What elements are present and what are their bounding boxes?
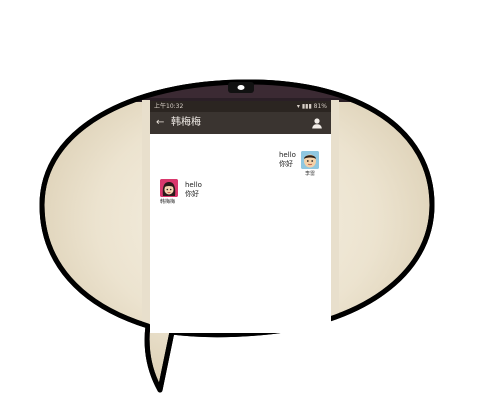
person-icon[interactable] bbox=[311, 117, 323, 129]
message-line: hello bbox=[279, 151, 296, 159]
avatar-hanmeimei[interactable] bbox=[160, 179, 178, 197]
phone-screen: 上午10:32 ▾ ▮▮▮ 81% ← 韩梅梅 hello 你好 李雷 韩梅梅 … bbox=[150, 101, 331, 333]
status-time: 上午10:32 bbox=[154, 103, 184, 110]
message-line: 你好 bbox=[279, 160, 293, 168]
chat-title-bar: ← 韩梅梅 bbox=[150, 112, 331, 134]
avatar-lilei[interactable] bbox=[301, 151, 319, 169]
status-indicators: ▾ ▮▮▮ 81% bbox=[296, 103, 327, 110]
girl-avatar-icon bbox=[160, 179, 178, 197]
sender-name: 韩梅梅 bbox=[160, 199, 176, 205]
back-arrow-icon[interactable]: ← bbox=[156, 115, 164, 131]
boy-avatar-icon bbox=[301, 151, 319, 169]
message-line: hello bbox=[185, 181, 202, 189]
camera-lens-icon bbox=[237, 85, 245, 90]
message-line: 你好 bbox=[185, 190, 199, 198]
chat-message-area: hello 你好 李雷 韩梅梅 hello 你好 bbox=[150, 134, 331, 333]
chat-title: 韩梅梅 bbox=[171, 117, 201, 128]
sender-name: 李雷 bbox=[305, 171, 316, 177]
status-bar: 上午10:32 ▾ ▮▮▮ 81% bbox=[150, 101, 331, 112]
